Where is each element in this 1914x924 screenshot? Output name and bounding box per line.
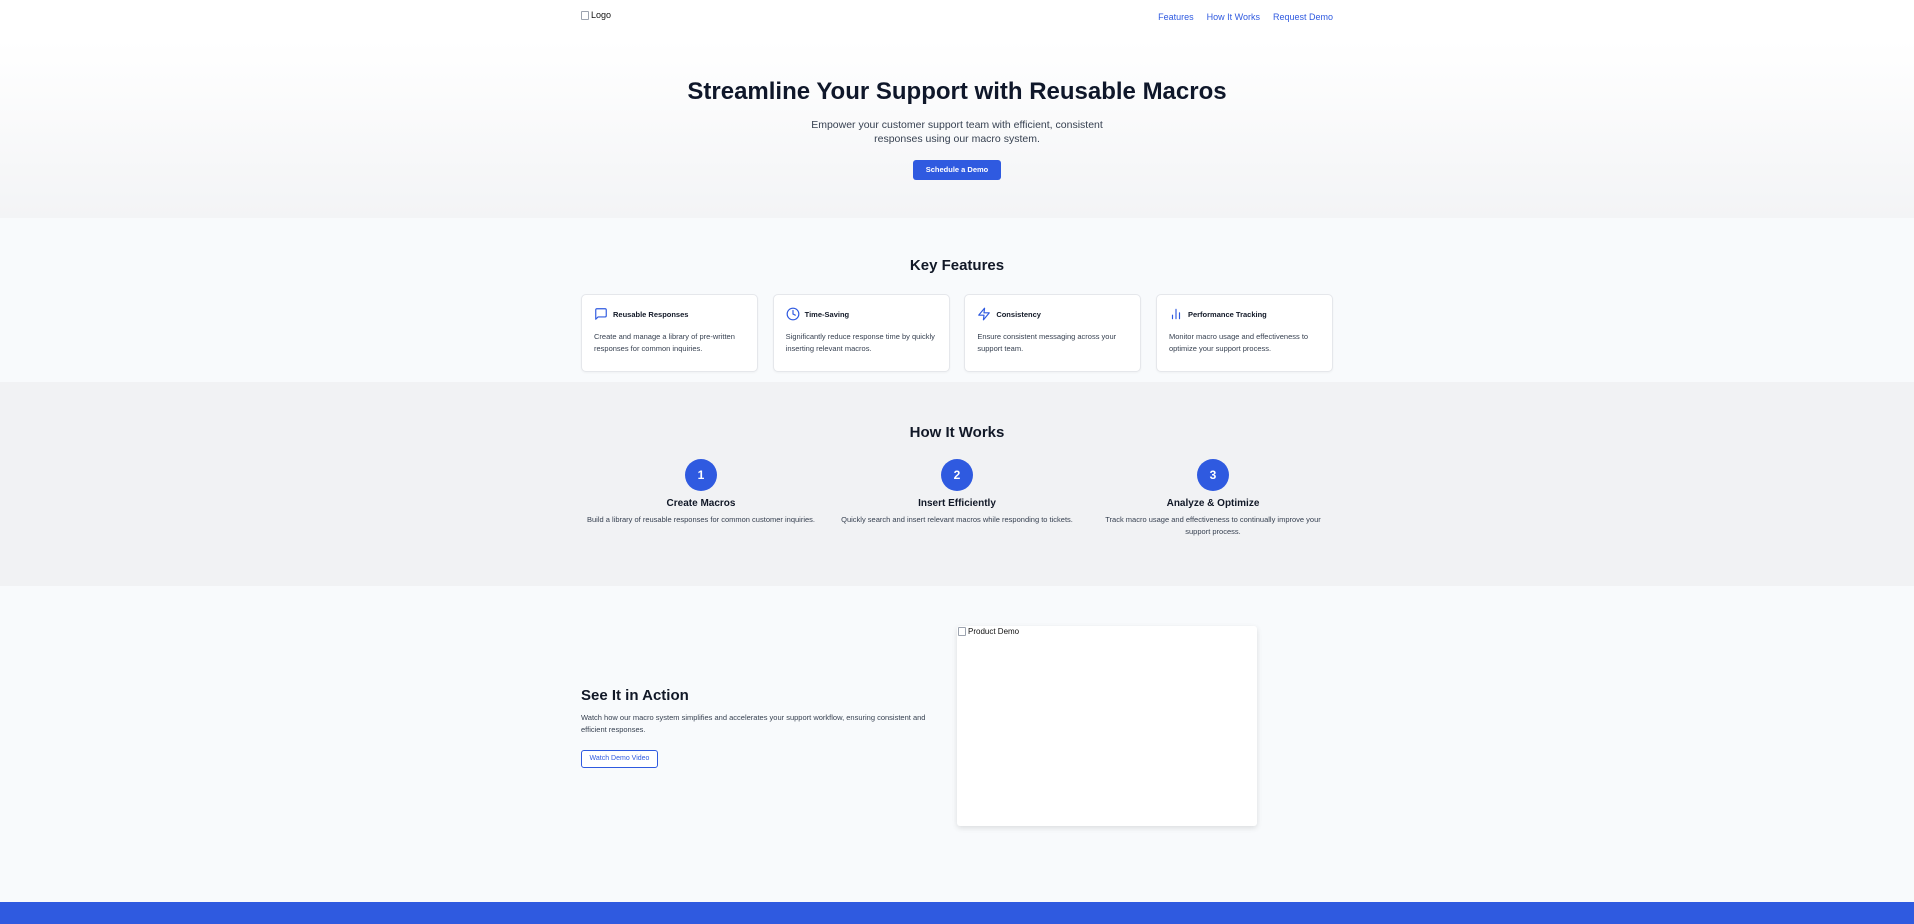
hero-section: Streamline Your Support with Reusable Ma… <box>0 40 1914 218</box>
step-title: Create Macros <box>666 498 736 509</box>
step-create-macros: 1 Create Macros Build a library of reusa… <box>581 459 821 538</box>
step-number: 2 <box>941 459 973 491</box>
feature-title: Reusable Responses <box>613 309 689 319</box>
hero-subtitle: Empower your customer support team with … <box>811 119 1103 145</box>
how-it-works-title: How It Works <box>909 424 1005 441</box>
nav-link-features[interactable]: Features <box>1158 12 1194 22</box>
feature-title: Performance Tracking <box>1187 309 1267 319</box>
steps: 1 Create Macros Build a library of reusa… <box>581 459 1333 538</box>
zap-icon <box>977 307 991 321</box>
step-title: Analyze & Optimize <box>1166 498 1260 509</box>
feature-title: Time-Saving <box>804 309 850 319</box>
step-number: 3 <box>1197 459 1229 491</box>
clock-icon <box>786 307 800 321</box>
feature-card-performance-tracking: Performance Tracking Monitor macro usage… <box>1155 294 1333 372</box>
broken-image-icon <box>958 627 966 636</box>
feature-card-reusable-responses: Reusable Responses Create and manage a l… <box>581 294 758 372</box>
features-title: Key Features <box>909 257 1005 274</box>
step-title: Insert Efficiently <box>918 498 996 509</box>
feature-desc: Significantly reduce response time by qu… <box>785 332 935 353</box>
step-desc: Track macro usage and effectiveness to c… <box>1105 515 1321 536</box>
product-demo-image: Product Demo <box>957 626 1257 826</box>
main-nav: Features How It Works Request Demo <box>1158 12 1333 22</box>
feature-card-consistency: Consistency Ensure consistent messaging … <box>964 294 1142 372</box>
step-desc: Build a library of reusable responses fo… <box>586 515 816 524</box>
step-analyze-optimize: 3 Analyze & Optimize Track macro usage a… <box>1093 459 1333 538</box>
feature-cards: Reusable Responses Create and manage a l… <box>581 294 1333 372</box>
feature-desc: Create and manage a library of pre-writt… <box>594 332 735 353</box>
step-insert-efficiently: 2 Insert Efficiently Quickly search and … <box>837 459 1077 538</box>
feature-card-time-saving: Time-Saving Significantly reduce respons… <box>772 294 950 372</box>
footer-band <box>0 902 1914 924</box>
features-section: Key Features Reusable Responses Create a… <box>0 218 1914 382</box>
product-demo-alt-text: Product Demo <box>968 627 1020 636</box>
broken-image-icon <box>581 10 589 20</box>
demo-section: See It in Action Watch how our macro sys… <box>0 586 1914 865</box>
logo[interactable]: Logo <box>581 10 611 20</box>
nav-link-request-demo[interactable]: Request Demo <box>1273 12 1333 22</box>
how-it-works-section: How It Works 1 Create Macros Build a lib… <box>0 382 1914 586</box>
feature-title: Consistency <box>996 309 1041 319</box>
demo-text: See It in Action Watch how our macro sys… <box>581 586 957 865</box>
bar-chart-icon <box>1169 307 1183 321</box>
hero-title: Streamline Your Support with Reusable Ma… <box>687 78 1227 105</box>
step-desc: Quickly search and insert relevant macro… <box>841 515 1073 524</box>
feature-desc: Ensure consistent messaging across your … <box>977 332 1117 353</box>
site-header: Logo Features How It Works Request Demo <box>0 0 1914 40</box>
demo-desc: Watch how our macro system simplifies an… <box>581 713 926 734</box>
step-number: 1 <box>685 459 717 491</box>
watch-demo-video-button[interactable]: Watch Demo Video <box>581 750 658 768</box>
demo-title: See It in Action <box>581 687 689 704</box>
nav-link-how-it-works[interactable]: How It Works <box>1207 12 1260 22</box>
schedule-demo-button[interactable]: Schedule a Demo <box>913 160 1001 180</box>
feature-desc: Monitor macro usage and effectiveness to… <box>1168 332 1309 353</box>
message-square-icon <box>594 307 608 321</box>
logo-alt-text: Logo <box>591 10 612 20</box>
